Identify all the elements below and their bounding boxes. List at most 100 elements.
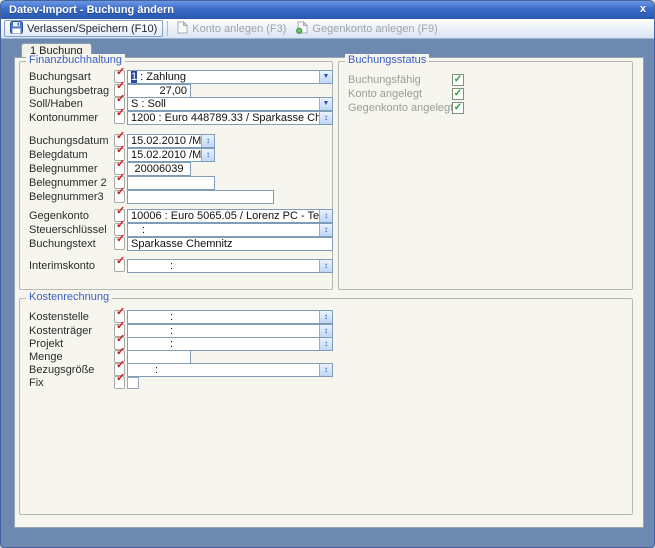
spinner-icon[interactable]: ↕ bbox=[319, 224, 332, 236]
create-account-label: Konto anlegen (F3) bbox=[192, 23, 286, 35]
belegdatum-input[interactable]: 15.02.2010 /Mo ↕ bbox=[127, 148, 215, 162]
kostentraeger-label: Kostenträger bbox=[29, 325, 92, 337]
spinner-glyph: ↕ bbox=[324, 366, 328, 374]
belegnummer-value: 20006039 bbox=[128, 163, 190, 175]
kostenstelle-label: Kostenstelle bbox=[29, 311, 89, 323]
projekt-combobox[interactable]: : ↕ bbox=[127, 337, 333, 351]
dropdown-arrow-icon[interactable]: ▼ bbox=[319, 98, 332, 110]
spinner-glyph: ↕ bbox=[324, 262, 328, 270]
buchungsfaehig-row: Buchungsfähig ✓ bbox=[339, 73, 632, 88]
field-active-check-icon[interactable]: ✓ bbox=[114, 376, 125, 389]
green-check-glyph: ✓ bbox=[454, 88, 462, 99]
interimskonto-combobox[interactable]: : ↕ bbox=[127, 259, 333, 273]
group-title: Kostenrechnung bbox=[26, 291, 112, 303]
menge-input[interactable] bbox=[127, 350, 191, 364]
dropdown-arrow-icon[interactable]: ▼ bbox=[319, 71, 332, 83]
buchungsart-value: 1 : Zahlung bbox=[128, 71, 319, 83]
save-exit-button[interactable]: Verlassen/Speichern (F10) bbox=[4, 20, 163, 37]
close-icon[interactable]: x bbox=[640, 1, 646, 19]
konto-angelegt-checkbox[interactable]: ✓ bbox=[452, 88, 464, 100]
gegenkonto-angelegt-checkbox[interactable]: ✓ bbox=[452, 102, 464, 114]
red-check-glyph: ✓ bbox=[116, 94, 125, 105]
kostenstelle-row: Kostenstelle ✓ : ↕ bbox=[20, 310, 632, 325]
arrow-glyph: ▼ bbox=[323, 73, 330, 81]
kontonummer-combobox[interactable]: 1200 : Euro 448789.33 / Sparkasse Chemni… bbox=[127, 111, 333, 125]
spinner-icon[interactable]: ↕ bbox=[319, 210, 332, 222]
buchungsbetrag-input[interactable]: 27,00 bbox=[127, 84, 191, 98]
buchungsart-row: Buchungsart ✓ 1 : Zahlung ▼ bbox=[20, 70, 332, 85]
spinner-icon[interactable]: ↕ bbox=[201, 149, 214, 161]
spinner-icon[interactable]: ↕ bbox=[319, 338, 332, 350]
red-check-glyph: ✓ bbox=[116, 334, 125, 345]
soll-haben-label: Soll/Haben bbox=[29, 98, 83, 110]
new-page-green-icon bbox=[296, 21, 308, 37]
steuerschluessel-combobox[interactable]: : ↕ bbox=[127, 223, 333, 237]
group-title: Finanzbuchhaltung bbox=[26, 54, 125, 66]
konto-angelegt-label: Konto angelegt bbox=[348, 88, 422, 100]
save-icon bbox=[10, 21, 23, 37]
red-check-glyph: ✓ bbox=[116, 234, 125, 245]
belegnummer2-label: Belegnummer 2 bbox=[29, 177, 107, 189]
toolbar: Verlassen/Speichern (F10) Konto anlegen … bbox=[1, 19, 654, 39]
soll-haben-row: Soll/Haben ✓ S : Soll ▼ bbox=[20, 97, 332, 112]
red-check-glyph: ✓ bbox=[116, 373, 125, 384]
belegnummer3-input[interactable] bbox=[127, 190, 274, 204]
spinner-icon[interactable]: ↕ bbox=[319, 260, 332, 272]
spinner-icon[interactable]: ↕ bbox=[319, 364, 332, 376]
tab-page: Finanzbuchhaltung Buchungsart ✓ 1 : Zahl… bbox=[14, 57, 644, 528]
spinner-icon[interactable]: ↕ bbox=[319, 325, 332, 337]
gegenkonto-angelegt-label: Gegenkonto angelegt bbox=[348, 102, 453, 114]
title-bar: Datev-Import - Buchung ändern x bbox=[1, 1, 654, 19]
create-contra-account-label: Gegenkonto anlegen (F9) bbox=[312, 23, 437, 35]
spinner-glyph: ↕ bbox=[324, 340, 328, 348]
buchungsfaehig-checkbox[interactable]: ✓ bbox=[452, 74, 464, 86]
soll-haben-select[interactable]: S : Soll ▼ bbox=[127, 97, 333, 111]
soll-haben-value: S : Soll bbox=[128, 98, 319, 110]
belegnummer3-label: Belegnummer3 bbox=[29, 191, 104, 203]
red-check-glyph: ✓ bbox=[116, 206, 125, 217]
belegnummer-input[interactable]: 20006039 bbox=[127, 162, 191, 176]
spinner-icon[interactable]: ↕ bbox=[201, 135, 214, 147]
bezugsgroesse-combobox[interactable]: : ↕ bbox=[127, 363, 333, 377]
group-kostenrechnung: Kostenrechnung Kostenstelle ✓ : ↕ Kosten… bbox=[19, 298, 633, 515]
bezugsgroesse-value: : bbox=[128, 364, 319, 376]
steuerschluessel-row: Steuerschlüssel ✓ : ↕ bbox=[20, 223, 332, 238]
belegnummer-row: Belegnummer ✓ 20006039 bbox=[20, 162, 332, 177]
spinner-glyph: ↕ bbox=[324, 313, 328, 321]
gegenkonto-label: Gegenkonto bbox=[29, 210, 89, 222]
fix-label: Fix bbox=[29, 377, 44, 389]
spinner-glyph: ↕ bbox=[206, 151, 210, 159]
field-active-check-icon[interactable]: ✓ bbox=[114, 111, 125, 124]
buchungstext-input[interactable]: Sparkasse Chemnitz bbox=[127, 237, 333, 251]
spinner-icon[interactable]: ↕ bbox=[319, 112, 332, 124]
spinner-glyph: ↕ bbox=[206, 137, 210, 145]
belegdatum-label: Belegdatum bbox=[29, 149, 88, 161]
red-check-glyph: ✓ bbox=[116, 145, 125, 156]
red-check-glyph: ✓ bbox=[116, 108, 125, 119]
spinner-icon[interactable]: ↕ bbox=[319, 311, 332, 323]
group-buchungsstatus: Buchungsstatus Buchungsfähig ✓ Konto ang… bbox=[338, 61, 633, 290]
gegenkonto-combobox[interactable]: 10006 : Euro 5065.05 / Lorenz PC - Techn… bbox=[127, 209, 333, 223]
buchungsart-select[interactable]: 1 : Zahlung ▼ bbox=[127, 70, 333, 84]
menge-label: Menge bbox=[29, 351, 63, 363]
field-active-check-icon[interactable]: ✓ bbox=[114, 259, 125, 272]
field-active-check-icon[interactable]: ✓ bbox=[114, 237, 125, 250]
green-check-glyph: ✓ bbox=[454, 74, 462, 85]
kontonummer-label: Kontonummer bbox=[29, 112, 98, 124]
kostenstelle-combobox[interactable]: : ↕ bbox=[127, 310, 333, 324]
kostenstelle-value: : bbox=[128, 311, 319, 323]
buchungsdatum-input[interactable]: 15.02.2010 /Mo ↕ bbox=[127, 134, 215, 148]
belegnummer2-input[interactable] bbox=[127, 176, 215, 190]
spinner-glyph: ↕ bbox=[324, 226, 328, 234]
field-active-check-icon[interactable]: ✓ bbox=[114, 190, 125, 203]
belegnummer-label: Belegnummer bbox=[29, 163, 97, 175]
fix-checkbox[interactable] bbox=[127, 377, 139, 389]
projekt-label: Projekt bbox=[29, 338, 63, 350]
dialog-body: 1 Buchung Finanzbuchhaltung Buchungsart … bbox=[1, 39, 654, 547]
create-contra-account-button[interactable]: Gegenkonto anlegen (F9) bbox=[291, 20, 442, 37]
kostentraeger-combobox[interactable]: : ↕ bbox=[127, 324, 333, 338]
red-check-glyph: ✓ bbox=[116, 173, 125, 184]
create-account-button[interactable]: Konto anlegen (F3) bbox=[172, 20, 291, 37]
belegdatum-row: Belegdatum ✓ 15.02.2010 /Mo ↕ bbox=[20, 148, 332, 163]
kontonummer-value: 1200 : Euro 448789.33 / Sparkasse Chemni… bbox=[128, 112, 319, 124]
